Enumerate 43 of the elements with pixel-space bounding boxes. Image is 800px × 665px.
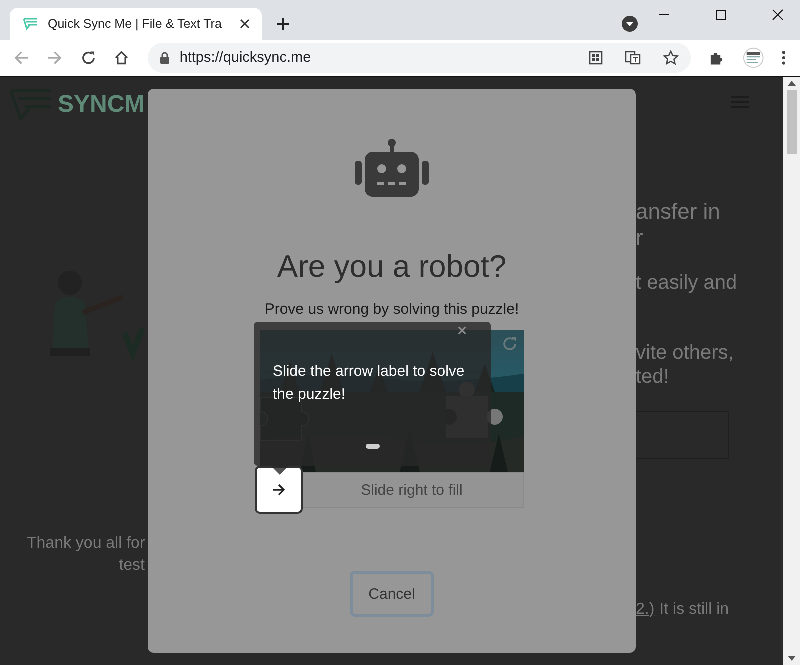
browser-tab[interactable]: Quick Sync Me | File & Text Tra bbox=[10, 8, 262, 40]
footer-text: It is still in bbox=[660, 600, 730, 620]
tab-title: Quick Sync Me | File & Text Tra bbox=[48, 17, 223, 31]
puzzle-piece-icon[interactable] bbox=[709, 50, 725, 66]
tooltip-text: Slide the arrow label to solve the puzzle! bbox=[273, 362, 466, 405]
new-tab-icon[interactable] bbox=[276, 17, 290, 31]
scroll-down-icon[interactable] bbox=[788, 656, 796, 661]
avatar-icon[interactable] bbox=[742, 47, 764, 69]
hero-text: ted! bbox=[636, 365, 670, 389]
hero-text: vite others, bbox=[636, 341, 735, 365]
reload-icon[interactable] bbox=[80, 50, 96, 66]
hero-title: r bbox=[636, 225, 644, 251]
arrow-right-icon bbox=[272, 484, 286, 496]
footer-text: Thank you all for bbox=[27, 534, 146, 554]
cancel-button[interactable]: Cancel bbox=[350, 571, 434, 617]
sync-logo-icon bbox=[22, 17, 40, 31]
address-field[interactable]: https://quicksync.me bbox=[148, 43, 692, 73]
url-text: https://quicksync.me bbox=[180, 50, 312, 66]
dialog-title: Are you a robot? bbox=[277, 249, 507, 285]
slider-hint: Slide right to fill bbox=[361, 482, 463, 498]
dropdown-icon[interactable] bbox=[622, 16, 638, 32]
robot-icon bbox=[355, 139, 429, 199]
slider-handle[interactable] bbox=[255, 466, 303, 514]
footer-text: test bbox=[119, 556, 145, 576]
lock-icon bbox=[160, 52, 170, 64]
scroll-up-icon[interactable] bbox=[788, 81, 796, 86]
home-icon[interactable] bbox=[114, 50, 130, 66]
menu-icon[interactable] bbox=[782, 50, 786, 66]
footer-link[interactable]: 2.) bbox=[636, 599, 655, 621]
close-icon[interactable] bbox=[240, 19, 250, 29]
hero-text: t easily and bbox=[636, 271, 738, 295]
maximize-icon[interactable] bbox=[715, 9, 727, 21]
logo-text: SYNCM bbox=[58, 91, 145, 119]
star-icon[interactable] bbox=[663, 50, 680, 66]
scrollbar-thumb[interactable] bbox=[786, 90, 796, 154]
translate-icon[interactable] bbox=[625, 51, 642, 65]
close-icon[interactable] bbox=[772, 9, 784, 21]
dialog-subtitle: Prove us wrong by solving this puzzle! bbox=[264, 301, 520, 319]
scrollbar[interactable] bbox=[783, 77, 800, 665]
qr-code-icon[interactable] bbox=[589, 51, 604, 65]
close-button[interactable]: × bbox=[458, 324, 467, 340]
hero-title: ansfer in bbox=[636, 199, 722, 225]
drag-indicator bbox=[366, 444, 380, 449]
